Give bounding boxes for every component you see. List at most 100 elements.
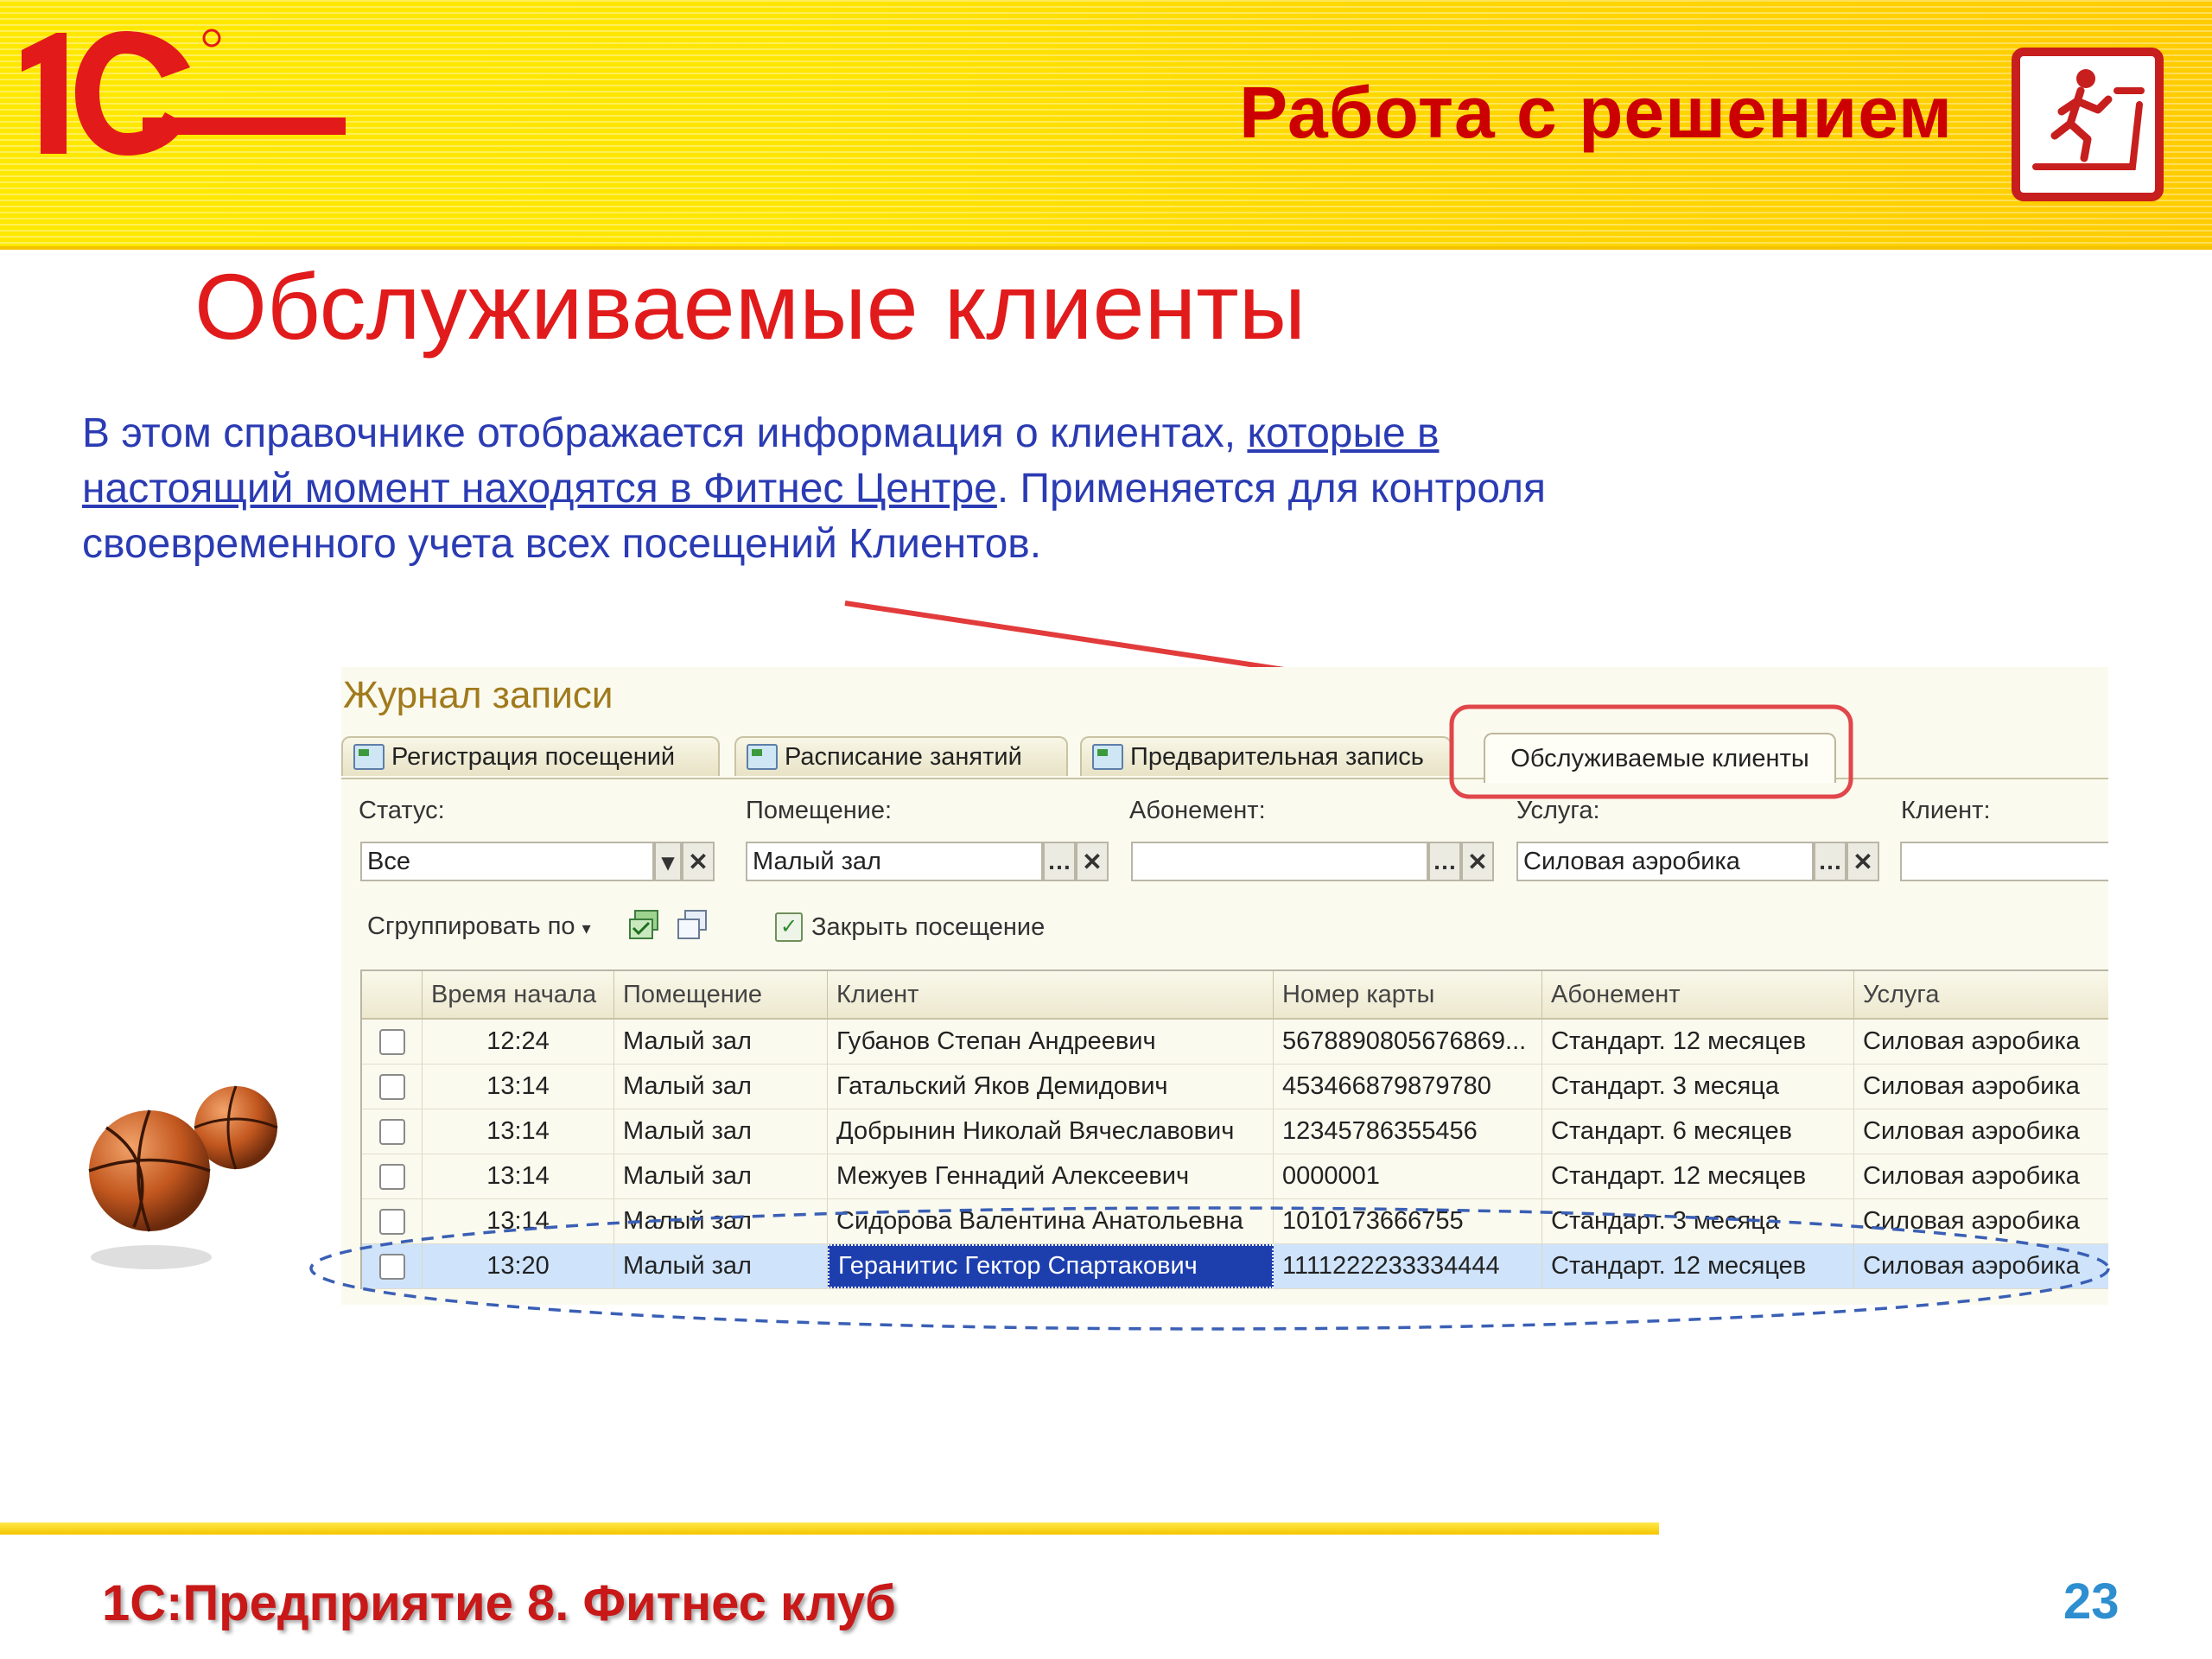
clients-table: Время начала Помещение Клиент Номер карт… (360, 969, 2108, 1289)
cell-client: Гатальский Яков Демидович (828, 1065, 1274, 1109)
table-row[interactable]: 13:14 Малый зал Сидорова Валентина Анато… (362, 1199, 2108, 1244)
row-checkbox[interactable] (378, 1163, 405, 1190)
cell-subscription: Стандарт. 3 месяца (1542, 1065, 1854, 1109)
cell-client: Сидорова Валентина Анатольевна (828, 1199, 1274, 1243)
footer-divider (0, 1522, 1659, 1535)
cell-client: Межуев Геннадий Алексеевич (828, 1154, 1274, 1198)
cell-time: 12:24 (423, 1020, 614, 1064)
table-row[interactable]: 12:24 Малый зал Губанов Степан Андреевич… (362, 1020, 2108, 1065)
cell-time: 13:14 (423, 1154, 614, 1198)
tab-class-schedule[interactable]: Расписание занятий (734, 736, 1068, 776)
tab-label: Расписание занятий (785, 742, 1022, 771)
cell-card: 1010173666755 (1274, 1199, 1542, 1243)
close-visit-button[interactable]: Закрыть посещение (775, 912, 1045, 942)
table-row-selected[interactable]: 13:20 Малый зал Геранитис Гектор Спартак… (362, 1244, 2108, 1289)
schedule-icon (747, 744, 778, 770)
clear-status-icon[interactable]: ✕ (682, 842, 715, 881)
cell-subscription: Стандарт. 3 месяца (1542, 1199, 1854, 1243)
cell-room: Малый зал (614, 1244, 828, 1288)
cell-card: 5678890805676869... (1274, 1020, 1542, 1064)
tab-label: Предварительная запись (1130, 742, 1424, 771)
row-checkbox[interactable] (378, 1208, 405, 1235)
cell-service: Силовая аэробика (1854, 1109, 2108, 1154)
cell-time: 13:14 (423, 1065, 614, 1109)
column-header[interactable]: Номер карты (1274, 971, 1542, 1018)
client-field[interactable] (1900, 842, 2108, 881)
cell-time: 13:14 (423, 1109, 614, 1154)
group-by-button[interactable]: Сгруппировать по ▾ (367, 912, 591, 941)
dropdown-arrow-icon[interactable]: ▾ (654, 842, 682, 881)
registration-icon (353, 744, 385, 770)
status-field[interactable]: Все (360, 842, 654, 881)
clear-subscription-icon[interactable]: ✕ (1461, 842, 1494, 881)
cell-client: Добрынин Николай Вячеславович (828, 1109, 1274, 1154)
tab-label: Обслуживаемые клиенты (1510, 744, 1809, 772)
row-checkbox[interactable] (378, 1253, 405, 1280)
toolbar: Сгруппировать по ▾ Закрыть посещение (367, 907, 1404, 947)
tab-bar: Регистрация посещений Расписание занятий… (341, 729, 2108, 783)
cell-service: Силовая аэробика (1854, 1244, 2108, 1288)
clear-service-icon[interactable]: ✕ (1847, 842, 1879, 881)
close-visit-label: Закрыть посещение (811, 912, 1046, 941)
cell-card: 1111222233334444 (1274, 1244, 1542, 1288)
row-checkbox[interactable] (378, 1028, 405, 1055)
tab-served-clients[interactable]: Обслуживаемые клиенты (1484, 733, 1836, 783)
room-field[interactable]: Малый зал (746, 842, 1043, 881)
row-checkbox[interactable] (378, 1118, 405, 1145)
table-row[interactable]: 13:14 Малый зал Межуев Геннадий Алексеев… (362, 1154, 2108, 1199)
treadmill-runner-icon (2012, 48, 2164, 201)
row-checkbox[interactable] (378, 1073, 405, 1100)
column-header[interactable]: Клиент (828, 971, 1274, 1018)
footer-title: 1С:Предприятие 8. Фитнес клуб (102, 1575, 896, 1631)
service-label: Услуга: (1516, 797, 1600, 824)
column-header[interactable]: Абонемент (1542, 971, 1854, 1018)
client-label: Клиент: (1901, 797, 1991, 824)
cell-room: Малый зал (614, 1109, 828, 1154)
tab-visit-registration[interactable]: Регистрация посещений (341, 736, 720, 776)
close-visit-icon (775, 912, 803, 942)
header-checkbox-col (362, 971, 423, 1018)
select-room-icon[interactable]: … (1043, 842, 1076, 881)
column-header[interactable]: Время начала (423, 971, 614, 1018)
cell-subscription: Стандарт. 6 месяцев (1542, 1109, 1854, 1154)
cell-room: Малый зал (614, 1065, 828, 1109)
group-by-label: Сгруппировать по (367, 912, 575, 940)
cell-subscription: Стандарт. 12 месяцев (1542, 1020, 1854, 1064)
room-label: Помещение: (746, 797, 893, 824)
subscription-field[interactable] (1131, 842, 1428, 881)
table-header: Время начала Помещение Клиент Номер карт… (362, 971, 2108, 1020)
basketballs-image (88, 1085, 278, 1269)
table-row[interactable]: 13:14 Малый зал Гатальский Яков Демидови… (362, 1065, 2108, 1109)
cell-time: 13:14 (423, 1199, 614, 1243)
clear-room-icon[interactable]: ✕ (1076, 842, 1109, 881)
page-title: Обслуживаемые клиенты (194, 254, 1306, 359)
cell-room: Малый зал (614, 1020, 828, 1064)
journal-window: Журнал записи Регистрация посещений Расп… (341, 667, 2108, 1305)
select-service-icon[interactable]: … (1814, 842, 1847, 881)
cell-card: 0000001 (1274, 1154, 1542, 1198)
status-label: Статус: (359, 797, 445, 824)
description-text: В этом справочнике отображается информац… (82, 406, 1637, 572)
cell-subscription: Стандарт. 12 месяцев (1542, 1244, 1854, 1288)
cell-card: 453466879879780 (1274, 1065, 1542, 1109)
1c-logo (22, 29, 346, 156)
column-header[interactable]: Услуга (1854, 971, 2108, 1018)
select-subscription-icon[interactable]: … (1428, 842, 1461, 881)
column-header[interactable]: Помещение (614, 971, 828, 1018)
table-row[interactable]: 13:14 Малый зал Добрынин Николай Вячесла… (362, 1109, 2108, 1154)
subscription-label: Абонемент: (1129, 797, 1266, 824)
booking-icon (1092, 744, 1123, 770)
cell-service: Силовая аэробика (1854, 1154, 2108, 1198)
description-part1: В этом справочнике отображается информац… (82, 410, 1248, 456)
cell-room: Малый зал (614, 1199, 828, 1243)
cell-card: 12345786355456 (1274, 1109, 1542, 1154)
uncheck-all-icon[interactable] (675, 909, 711, 942)
service-field[interactable]: Силовая аэробика (1516, 842, 1814, 881)
check-all-icon[interactable] (626, 909, 663, 942)
header-title: Работа с решением (1239, 72, 1953, 153)
cell-client: Губанов Степан Андреевич (828, 1020, 1274, 1064)
page-number: 23 (2063, 1573, 2120, 1630)
cell-subscription: Стандарт. 12 месяцев (1542, 1154, 1854, 1198)
cell-service: Силовая аэробика (1854, 1020, 2108, 1064)
tab-pre-booking[interactable]: Предварительная запись (1080, 736, 1452, 776)
